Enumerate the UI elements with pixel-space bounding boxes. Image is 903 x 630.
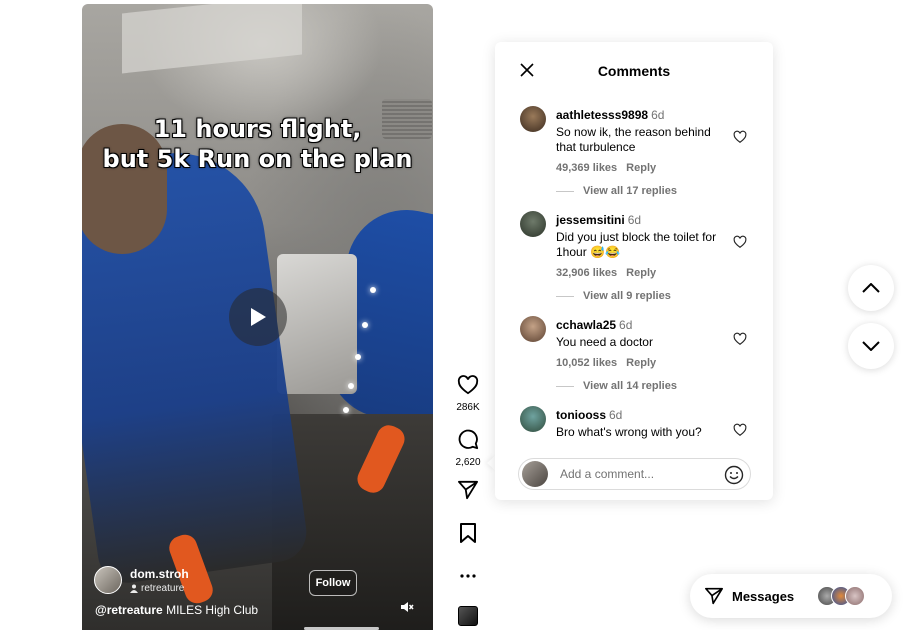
save-action[interactable] (448, 523, 488, 548)
comment-likes[interactable]: 10,052 likes (556, 357, 617, 369)
like-count: 286K (456, 402, 480, 413)
author-row: dom.stroh retreature (94, 566, 189, 594)
comment-username[interactable]: cchawla25 (556, 318, 616, 332)
description-mention[interactable]: @retreature (95, 603, 163, 617)
comment-likes[interactable]: 32,906 likes (556, 267, 617, 279)
more-options-action[interactable] (448, 566, 488, 584)
comment-text: Bro what's wrong with you? (556, 425, 702, 439)
comment-text: So now ik, the reason behind that turbul… (556, 125, 711, 154)
comment-avatar[interactable] (520, 316, 546, 342)
comment-reply-button[interactable]: Reply (626, 267, 656, 279)
video-scene-panel (277, 254, 357, 394)
comment-bubble-icon (458, 429, 479, 450)
bookmark-icon (460, 523, 476, 543)
comment-username[interactable]: toniooss (556, 408, 606, 422)
reel-video[interactable]: 11 hours flight, but 5k Run on the plan … (82, 4, 433, 630)
comment-like-heart-icon[interactable] (733, 332, 747, 346)
comment-text: You need a doctor (556, 335, 653, 349)
view-replies-button[interactable]: View all 9 replies (556, 290, 671, 302)
audio-label-row[interactable]: retreature (130, 583, 189, 594)
video-caption: 11 hours flight, but 5k Run on the plan (82, 114, 433, 174)
view-replies-button[interactable]: View all 14 replies (556, 380, 677, 392)
follow-button[interactable]: Follow (309, 570, 357, 596)
previous-reel-button[interactable] (848, 265, 894, 311)
comment-time: 6d (651, 108, 665, 122)
next-reel-button[interactable] (848, 323, 894, 369)
comment-avatar[interactable] (520, 106, 546, 132)
comment-likes[interactable]: 49,369 likes (556, 162, 617, 174)
comment-username[interactable]: aathletesss9898 (556, 108, 648, 122)
comment-time: 6d (609, 408, 623, 422)
comment-avatar[interactable] (520, 211, 546, 237)
current-user-avatar (522, 461, 548, 487)
chevron-down-icon (862, 341, 880, 351)
comment-time: 6d (619, 318, 633, 332)
add-comment-input[interactable] (560, 467, 720, 481)
comments-panel: Comments aathletesss9898 6d So now ik, th… (495, 42, 773, 500)
comment-reply-button[interactable]: Reply (626, 162, 656, 174)
comment-like-heart-icon[interactable] (733, 130, 747, 144)
comments-title: Comments (597, 63, 671, 79)
messages-button[interactable]: Messages (690, 574, 892, 618)
chevron-up-icon (862, 283, 880, 293)
comment-like-heart-icon[interactable] (733, 235, 747, 249)
paper-plane-icon (457, 480, 478, 500)
video-description: @retreature MILES High Club (95, 603, 258, 617)
comment-time: 6d (627, 213, 642, 227)
comment-count: 2,620 (455, 457, 481, 468)
more-dots-icon (460, 574, 476, 578)
view-replies-button[interactable]: View all 17 replies (556, 185, 677, 197)
avatar (845, 586, 865, 606)
heart-icon (457, 375, 479, 395)
like-action[interactable]: 286K (448, 375, 488, 413)
author-name[interactable]: dom.stroh (130, 567, 189, 581)
comment-reply-button[interactable]: Reply (626, 357, 656, 369)
paper-plane-icon (704, 587, 723, 605)
mute-button[interactable] (400, 600, 414, 619)
comment-like-heart-icon[interactable] (733, 423, 747, 437)
person-icon (130, 584, 138, 593)
speaker-muted-icon (401, 602, 414, 612)
share-action[interactable] (448, 480, 488, 505)
comment-avatar[interactable] (520, 406, 546, 432)
video-caption-line2: but 5k Run on the plan (102, 145, 413, 173)
comment-text: Did you just block the toilet for 1hour … (556, 230, 717, 259)
audio-label: retreature (141, 582, 185, 594)
messages-avatars (817, 586, 865, 606)
messages-label: Messages (732, 588, 795, 604)
video-scene-ceiling (122, 4, 302, 74)
author-avatar[interactable] (94, 566, 122, 594)
emoji-icon[interactable] (724, 465, 744, 485)
comment-username[interactable]: jessemsitini (556, 213, 625, 227)
add-comment-bar (518, 458, 751, 490)
play-button[interactable] (229, 288, 287, 346)
comment-action[interactable]: 2,620 (448, 428, 488, 468)
description-text: MILES High Club (162, 603, 259, 617)
audio-thumbnail[interactable] (458, 606, 478, 626)
video-caption-line1: 11 hours flight, (153, 115, 362, 143)
play-icon (251, 308, 266, 326)
